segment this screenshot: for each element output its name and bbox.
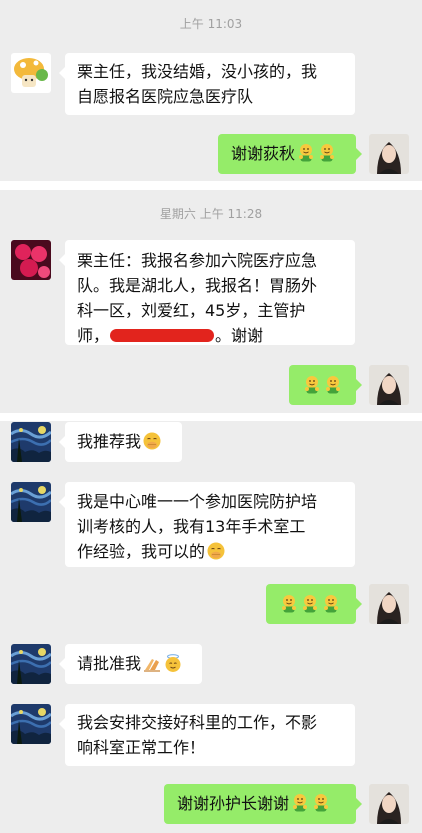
message-bubble[interactable]: 我会安排交接好科里的工作，不影 响科室正常工作！ [59, 704, 355, 766]
message-bubble[interactable]: 栗主任，我没结婚，没小孩的，我 自愿报名医院应急医疗队 [59, 53, 355, 115]
mushroom-avatar[interactable] [11, 53, 51, 93]
message-bubble-sent[interactable]: 谢谢孙护长谢谢 [164, 784, 362, 824]
woman-avatar[interactable] [369, 584, 409, 624]
hug-emoji [317, 143, 337, 163]
woman-avatar[interactable] [369, 134, 409, 174]
divider [0, 413, 422, 421]
starry-night-avatar[interactable] [11, 482, 51, 522]
message-text: 栗主任，我没结婚，没小孩的，我 自愿报名医院应急医疗队 [77, 62, 318, 106]
message-bubble-sent[interactable]: 谢谢荻秋 [218, 134, 362, 174]
message-text: 我会安排交接好科里的工作，不影 响科室正常工作！ [77, 713, 318, 757]
hug-emoji [311, 793, 331, 813]
flower-avatar[interactable] [11, 240, 51, 280]
hug-emoji [323, 375, 343, 395]
shush-emoji [206, 541, 226, 561]
message-bubble[interactable]: 请批准我 [59, 644, 202, 684]
starry-night-avatar[interactable] [11, 422, 51, 462]
message-text: 谢谢孙护长谢谢 [177, 794, 290, 813]
hug-emoji [290, 793, 310, 813]
message-text-line: 师， [77, 326, 110, 345]
message-text-line: 队。我是湖北人，我报名！胃肠外 [77, 276, 318, 295]
timestamp: 上午 11:03 [179, 17, 243, 31]
hug-emoji [296, 143, 316, 163]
hug-emoji [279, 594, 299, 614]
halo-emoji [163, 653, 183, 673]
message-text-line: 栗主任：我报名参加六院医疗应急 [77, 251, 318, 270]
message-text-line: 科一区，刘爱红，45岁，主管护 [77, 301, 306, 320]
message-bubble[interactable]: 栗主任：我报名参加六院医疗应急 队。我是湖北人，我报名！胃肠外 科一区，刘爱红，… [59, 240, 355, 345]
hug-emoji [302, 375, 322, 395]
hug-emoji [300, 594, 320, 614]
message-text: 请批准我 [77, 654, 142, 673]
message-text-line: 。谢谢 [215, 326, 264, 345]
message-text: 我推荐我 [77, 432, 142, 451]
woman-avatar[interactable] [369, 365, 409, 405]
timestamp: 星期六 上午 11:28 [159, 207, 263, 221]
message-bubble-sent[interactable] [289, 365, 362, 405]
divider [0, 181, 422, 190]
starry-night-avatar[interactable] [11, 704, 51, 744]
pray-emoji [142, 653, 162, 673]
shush-emoji [142, 431, 162, 451]
hug-emoji [321, 594, 341, 614]
message-bubble[interactable]: 我推荐我 [59, 422, 182, 462]
message-bubble-sent[interactable] [266, 584, 362, 624]
message-text: 我是中心唯一一个参加医院防护培 训考核的人，我有13年手术室工 作经验，我可以的 [77, 492, 318, 561]
message-text: 谢谢荻秋 [231, 144, 296, 163]
message-bubble[interactable]: 我是中心唯一一个参加医院防护培 训考核的人，我有13年手术室工 作经验，我可以的 [59, 482, 355, 567]
redacted-phone-number [110, 329, 215, 342]
woman-avatar[interactable] [369, 784, 409, 824]
starry-night-avatar[interactable] [11, 644, 51, 684]
